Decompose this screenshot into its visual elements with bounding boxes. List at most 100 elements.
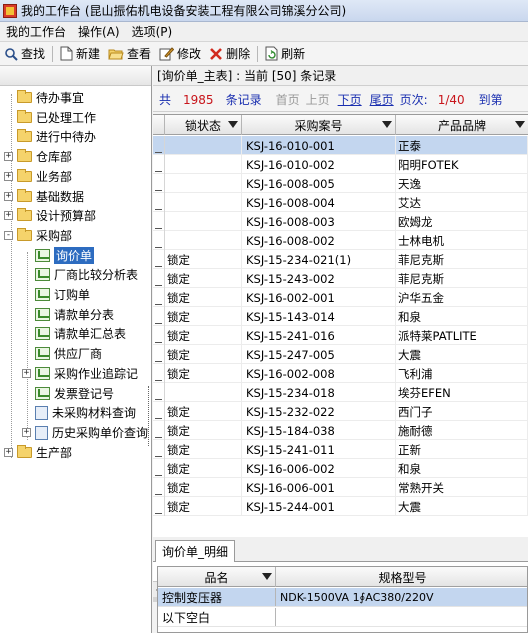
- row-indicator: [153, 250, 165, 269]
- row-indicator: [153, 345, 165, 364]
- detail-row[interactable]: 控制变压器 NDK-1500VA 1∮AC380/220V: [158, 588, 527, 607]
- tree-item[interactable]: + 采购作业追踪记: [22, 364, 138, 383]
- pager-last-link[interactable]: 尾页: [370, 91, 394, 108]
- tree-item[interactable]: 请款单分表: [22, 305, 114, 324]
- column-header-brand[interactable]: 产品品牌: [396, 115, 528, 135]
- tree-item-label: 历史采购单价查询: [52, 426, 149, 440]
- pager-next-link[interactable]: 下页: [338, 91, 362, 108]
- tree-item[interactable]: 未采购材料查询: [22, 403, 136, 422]
- expand-icon[interactable]: +: [4, 172, 13, 181]
- dropdown-arrow-icon[interactable]: [262, 573, 272, 580]
- tree-item[interactable]: + 设计预算部: [4, 206, 96, 225]
- pager-goto-label[interactable]: 到第: [479, 91, 503, 108]
- column-header-case-number[interactable]: 采购案号: [242, 115, 396, 135]
- tab-detail-label: 询价单_明细: [162, 545, 229, 559]
- collapse-icon[interactable]: -: [4, 231, 13, 240]
- row-indicator: [153, 421, 165, 440]
- search-button[interactable]: 查找: [0, 43, 49, 65]
- open-folder-icon: [108, 49, 124, 60]
- tree-item[interactable]: 进行中待办: [4, 127, 96, 146]
- table-row[interactable]: 锁定 KSJ-15-234-021(1) 菲尼克斯: [153, 250, 528, 269]
- dropdown-arrow-icon[interactable]: [515, 121, 525, 128]
- dropdown-arrow-icon[interactable]: [228, 121, 238, 128]
- tree-item[interactable]: 待办事宜: [4, 88, 84, 107]
- row-indicator: [153, 288, 165, 307]
- tree-item-label: 发票登记号: [54, 387, 115, 401]
- folder-icon: [17, 90, 32, 103]
- table-row[interactable]: 锁定 KSJ-15-232-022 西门子: [153, 402, 528, 421]
- table-row[interactable]: KSJ-16-008-004 艾达: [153, 193, 528, 212]
- table-row[interactable]: 锁定 KSJ-16-006-002 和泉: [153, 459, 528, 478]
- expand-icon[interactable]: +: [22, 428, 31, 437]
- cell-lock-status: 锁定: [165, 250, 242, 269]
- expand-icon[interactable]: +: [4, 192, 13, 201]
- menu-options[interactable]: 选项(P): [126, 23, 179, 40]
- tree-item[interactable]: + 生产部: [4, 443, 72, 462]
- table-row[interactable]: KSJ-16-008-005 天逸: [153, 174, 528, 193]
- edit-label: 修改: [177, 47, 202, 61]
- table-row[interactable]: 锁定 KSJ-15-241-011 正新: [153, 440, 528, 459]
- edit-button[interactable]: 修改: [155, 43, 205, 65]
- table-row[interactable]: 锁定 KSJ-15-184-038 施耐德: [153, 421, 528, 440]
- refresh-button[interactable]: 刷新: [261, 43, 309, 65]
- table-row[interactable]: 锁定 KSJ-16-006-001 常熟开关: [153, 478, 528, 497]
- column-header-product-name[interactable]: 品名: [158, 567, 276, 587]
- toolbar: 查找 新建 查看 修改 删除 刷新: [0, 42, 528, 66]
- table-row[interactable]: 锁定 KSJ-16-002-001 沪华五金: [153, 288, 528, 307]
- tree-item[interactable]: 发票登记号: [22, 384, 114, 403]
- table-row[interactable]: KSJ-16-010-001 正泰: [153, 136, 528, 155]
- pager-pages-label: 页次:: [399, 93, 428, 107]
- folder-icon: [17, 149, 32, 162]
- table-row[interactable]: 锁定 KSJ-15-241-016 派特莱PATLITE: [153, 326, 528, 345]
- tree-item[interactable]: + 历史采购单价查询: [22, 423, 148, 442]
- cell-brand: 士林电机: [396, 231, 528, 250]
- expand-icon[interactable]: +: [4, 152, 13, 161]
- tree-item[interactable]: 询价单: [22, 246, 95, 265]
- dropdown-arrow-icon[interactable]: [382, 121, 392, 128]
- view-button[interactable]: 查看: [104, 43, 155, 65]
- tree-item[interactable]: + 仓库部: [4, 147, 72, 166]
- pager-prev-link[interactable]: 上页: [306, 91, 330, 108]
- cell-case-number: KSJ-15-232-022: [242, 402, 396, 421]
- cell-case-number: KSJ-15-143-014: [242, 307, 396, 326]
- detail-cell-name: 以下空白: [158, 608, 276, 626]
- cell-brand: 沪华五金: [396, 288, 528, 307]
- table-row[interactable]: KSJ-16-008-002 士林电机: [153, 231, 528, 250]
- column-header-spec[interactable]: 规格型号: [276, 567, 527, 587]
- pager: 共 1985 条记录 首页 上页 下页 尾页 页次: 1/40 到第: [153, 88, 528, 112]
- expand-icon[interactable]: +: [4, 211, 13, 220]
- row-indicator: [153, 383, 165, 402]
- row-indicator: [153, 231, 165, 250]
- pager-first-link[interactable]: 首页: [276, 91, 300, 108]
- row-indicator: [153, 364, 165, 383]
- delete-button[interactable]: 删除: [205, 43, 254, 65]
- table-row[interactable]: 锁定 KSJ-16-002-008 飞利浦: [153, 364, 528, 383]
- table-row[interactable]: 锁定 KSJ-15-243-002 菲尼克斯: [153, 269, 528, 288]
- expand-icon[interactable]: +: [4, 448, 13, 457]
- tree-item[interactable]: - 采购部: [4, 226, 72, 245]
- tree-item[interactable]: + 业务部: [4, 167, 72, 186]
- menu-operation[interactable]: 操作(A): [72, 23, 126, 40]
- menu-workbench[interactable]: 我的工作台: [0, 23, 72, 40]
- table-row[interactable]: KSJ-16-008-003 欧姆龙: [153, 212, 528, 231]
- expand-icon[interactable]: +: [22, 369, 31, 378]
- cell-case-number: KSJ-15-234-021(1): [242, 250, 396, 269]
- table-row[interactable]: 锁定 KSJ-15-143-014 和泉: [153, 307, 528, 326]
- cell-lock-status: [165, 212, 242, 231]
- table-row[interactable]: 锁定 KSJ-15-244-001 大震: [153, 497, 528, 516]
- table-row[interactable]: KSJ-16-010-002 阳明FOTEK: [153, 155, 528, 174]
- detail-row[interactable]: 以下空白: [158, 608, 527, 627]
- tree-item[interactable]: 请款单汇总表: [22, 324, 126, 343]
- cell-case-number: KSJ-15-241-011: [242, 440, 396, 459]
- table-row[interactable]: KSJ-15-234-018 埃芬EFEN: [153, 383, 528, 402]
- tree-item[interactable]: 厂商比较分析表: [22, 265, 138, 284]
- tree-item[interactable]: 订购单: [22, 285, 90, 304]
- pane-splitter[interactable]: [148, 386, 151, 446]
- tree-item[interactable]: 已处理工作: [4, 108, 96, 127]
- tab-detail[interactable]: 询价单_明细: [155, 540, 236, 562]
- tree-item[interactable]: 供应厂商: [22, 344, 102, 363]
- tree-item[interactable]: + 基础数据: [4, 187, 84, 206]
- table-row[interactable]: 锁定 KSJ-15-247-005 大震: [153, 345, 528, 364]
- new-button[interactable]: 新建: [56, 43, 104, 65]
- column-header-lock-status[interactable]: 锁状态: [165, 115, 242, 135]
